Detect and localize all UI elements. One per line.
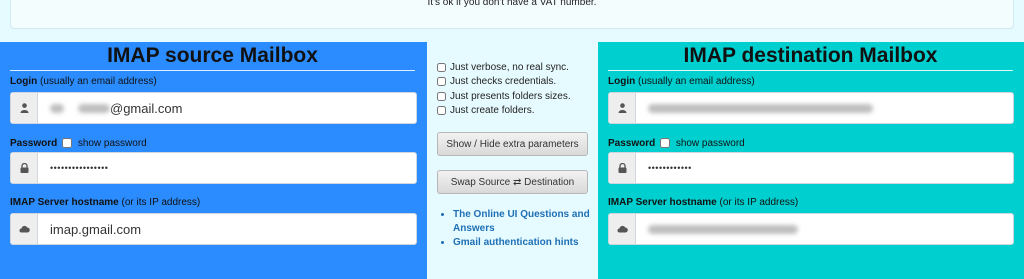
source-password-label: Password show password xyxy=(10,138,147,149)
cloud-icon xyxy=(609,214,636,244)
dest-host-input[interactable] xyxy=(636,214,1013,244)
middle-options: Just verbose, no real sync. Just checks … xyxy=(427,42,598,279)
dest-password-label: Password show password xyxy=(608,138,745,149)
source-show-password-checkbox[interactable] xyxy=(62,138,73,149)
source-title: IMAP source Mailbox xyxy=(10,44,415,71)
user-icon xyxy=(11,93,38,123)
option-verbose-checkbox[interactable] xyxy=(437,63,446,72)
swap-button[interactable]: Swap Source ⇄ Destination xyxy=(437,170,588,194)
option-check-credentials[interactable]: Just checks credentials. xyxy=(437,76,556,87)
destination-panel: IMAP destination Mailbox Login (usually … xyxy=(598,42,1024,279)
source-login-group: @gmail.com xyxy=(10,92,417,124)
gmail-auth-hints-link[interactable]: Gmail authentication hints xyxy=(453,237,579,248)
source-login-value[interactable]: @gmail.com xyxy=(110,101,182,116)
dest-password-input[interactable]: •••••••••••• xyxy=(636,153,1013,183)
link-item: The Online UI Questions and Answers xyxy=(453,208,598,236)
source-password-input[interactable]: •••••••••••••••• xyxy=(38,153,416,183)
lock-icon xyxy=(609,153,636,183)
option-check-credentials-checkbox[interactable] xyxy=(437,77,446,86)
dest-login-input[interactable] xyxy=(636,93,1013,123)
dest-title: IMAP destination Mailbox xyxy=(608,44,1013,71)
source-login-label: Login (usually an email address) xyxy=(10,76,157,87)
option-verbose[interactable]: Just verbose, no real sync. xyxy=(437,62,569,73)
option-create-folders[interactable]: Just create folders. xyxy=(437,105,534,116)
option-create-folders-checkbox[interactable] xyxy=(437,106,446,115)
source-host-input[interactable]: imap.gmail.com xyxy=(38,214,416,244)
dest-login-group xyxy=(608,92,1014,124)
source-panel: IMAP source Mailbox Login (usually an em… xyxy=(0,42,427,279)
dest-host-label: IMAP Server hostname (or its IP address) xyxy=(608,197,799,208)
dest-host-group xyxy=(608,213,1014,245)
option-folder-sizes-checkbox[interactable] xyxy=(437,92,446,101)
option-folder-sizes[interactable]: Just presents folders sizes. xyxy=(437,91,571,102)
top-notice: It's ok if you don't have a VAT number. xyxy=(10,0,1014,29)
link-item: Gmail authentication hints xyxy=(453,236,598,250)
dest-password-group: •••••••••••• xyxy=(608,152,1014,184)
extra-params-button[interactable]: Show / Hide extra parameters xyxy=(437,132,588,156)
notice-text: It's ok if you don't have a VAT number. xyxy=(427,0,597,8)
source-host-group: imap.gmail.com xyxy=(10,213,417,245)
dest-show-password-checkbox[interactable] xyxy=(660,138,671,149)
cloud-icon xyxy=(11,214,38,244)
help-links: The Online UI Questions and Answers Gmai… xyxy=(453,208,598,250)
online-ui-qa-link[interactable]: The Online UI Questions and Answers xyxy=(453,209,590,234)
lock-icon xyxy=(11,153,38,183)
source-password-group: •••••••••••••••• xyxy=(10,152,417,184)
source-host-label: IMAP Server hostname (or its IP address) xyxy=(10,197,201,208)
user-icon xyxy=(609,93,636,123)
dest-login-label: Login (usually an email address) xyxy=(608,76,755,87)
